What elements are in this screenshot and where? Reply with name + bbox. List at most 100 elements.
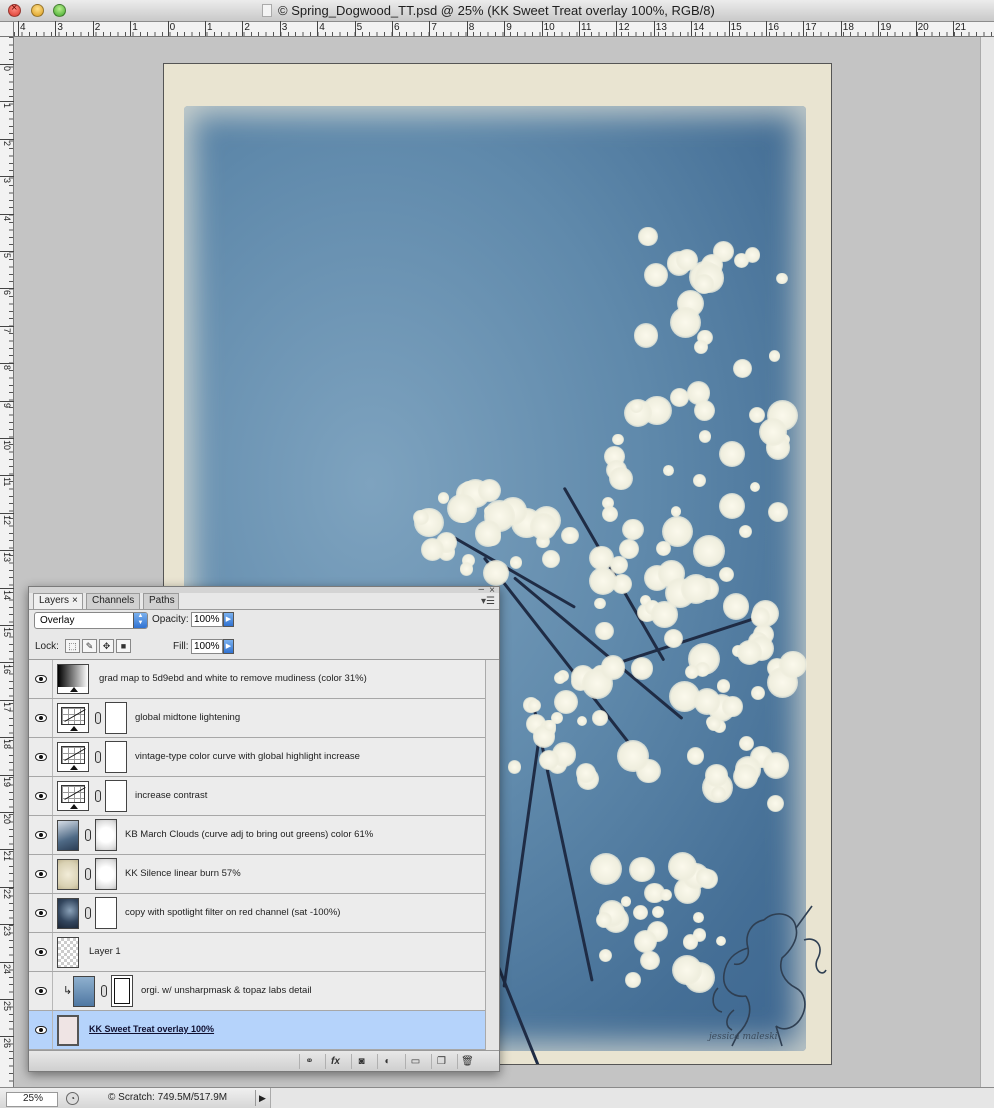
layer-row[interactable]: ↳ orgi. w/ unsharpmask & topaz labs detai…	[29, 972, 485, 1011]
layer-row[interactable]: KK Sweet Treat overlay 100%	[29, 1011, 485, 1050]
dogwood-blossom	[738, 524, 753, 539]
close-window-button[interactable]	[8, 2, 21, 17]
layer-mask-thumbnail[interactable]	[111, 975, 133, 1007]
zoom-window-button[interactable]	[53, 4, 66, 17]
layer-thumbnail[interactable]	[57, 742, 89, 772]
layer-list-scrollbar[interactable]	[485, 660, 499, 1050]
layer-mask-thumbnail[interactable]	[95, 819, 117, 851]
panel-collapse-icon[interactable]: –	[478, 585, 484, 595]
tab-channels[interactable]: Channels	[86, 593, 140, 609]
layer-mask-thumbnail[interactable]	[105, 702, 127, 734]
ruler-tick	[0, 999, 14, 1000]
visibility-toggle[interactable]	[29, 777, 53, 815]
layer-row[interactable]: KB March Clouds (curve adj to bring out …	[29, 816, 485, 855]
layer-row[interactable]: vintage-type color curve with global hig…	[29, 738, 485, 777]
layer-mask-thumbnail[interactable]	[105, 780, 127, 812]
layer-mask-thumbnail[interactable]	[105, 741, 127, 773]
dogwood-blossom	[483, 559, 510, 586]
visibility-toggle[interactable]	[29, 972, 53, 1010]
panel-close-icon[interactable]: ×	[489, 586, 495, 596]
blend-mode-select[interactable]: Overlay ▲ ▼	[34, 612, 148, 629]
visibility-toggle[interactable]	[29, 894, 53, 932]
chain-link-icon[interactable]	[101, 985, 107, 997]
layer-row[interactable]: Layer 1	[29, 933, 485, 972]
visibility-toggle[interactable]	[29, 1011, 53, 1049]
tab-close-icon[interactable]: ×	[72, 595, 78, 606]
fill-field[interactable]: 100%	[191, 639, 223, 654]
vertical-ruler[interactable]: 0 1 2 3 4 5 6 7 8 9 10 11 12 13 14 15 16 17 18 19 20 21 22 23 24…	[0, 37, 14, 1087]
ruler-label: 8	[468, 22, 475, 33]
visibility-toggle[interactable]	[29, 738, 53, 776]
layer-mask-thumbnail[interactable]	[95, 897, 117, 929]
tab-layers[interactable]: Layers ×	[33, 593, 83, 609]
layer-row[interactable]: copy with spotlight filter on red channe…	[29, 894, 485, 933]
status-info-icon[interactable]: ◔	[66, 1092, 79, 1105]
layer-mask-thumbnail[interactable]	[95, 858, 117, 890]
fx-icon[interactable]: fx	[325, 1054, 345, 1069]
chain-link-icon[interactable]	[95, 712, 101, 724]
lock-all-icon[interactable]: ■	[116, 639, 131, 653]
dogwood-blossom	[663, 628, 684, 648]
ruler-label: 0	[2, 66, 12, 72]
chain-link-icon[interactable]	[85, 829, 91, 841]
document-proxy-icon[interactable]	[262, 4, 272, 17]
ruler-label: 12	[2, 514, 12, 525]
layer-row[interactable]: global midtone lightening	[29, 699, 485, 738]
layer-thumbnail[interactable]	[57, 781, 89, 811]
dogwood-blossom	[675, 248, 698, 271]
lock-transparency-icon[interactable]: ⬚	[65, 639, 80, 653]
opacity-slider-arrow-icon[interactable]: ▶	[223, 612, 234, 627]
vertical-scrollbar[interactable]	[980, 37, 994, 1087]
add-mask-icon[interactable]: ◙	[351, 1054, 371, 1069]
dogwood-blossom	[421, 538, 444, 562]
horizontal-scrollbar[interactable]	[270, 1088, 994, 1108]
layer-thumbnail[interactable]	[73, 976, 95, 1007]
link-layers-icon[interactable]: ⚭	[299, 1054, 319, 1069]
chain-link-icon[interactable]	[85, 907, 91, 919]
eye-icon	[35, 948, 47, 956]
chain-link-icon[interactable]	[95, 790, 101, 802]
visibility-toggle[interactable]	[29, 855, 53, 893]
new-layer-icon[interactable]: ❐	[431, 1054, 451, 1069]
ruler-tick	[878, 21, 880, 36]
layer-row[interactable]: increase contrast	[29, 777, 485, 816]
panel-menu-icon[interactable]: ▾☰	[481, 596, 495, 607]
layer-thumbnail[interactable]	[57, 859, 79, 890]
lock-image-pixels-icon[interactable]: ✎	[82, 639, 97, 653]
horizontal-ruler[interactable]: 4 3 2 1 0 1 2 3 4 5 6 7 8 9 10 11 12 13 14 15 16 17 18 19 20 21	[14, 21, 994, 37]
lock-position-icon[interactable]: ✥	[99, 639, 114, 653]
layer-thumbnail[interactable]	[57, 898, 79, 929]
trash-icon[interactable]: 🗑	[457, 1054, 477, 1069]
dogwood-blossom	[593, 597, 606, 610]
layer-thumbnail[interactable]	[57, 664, 89, 694]
visibility-toggle[interactable]	[29, 933, 53, 971]
tab-paths[interactable]: Paths	[143, 593, 179, 609]
visibility-toggle[interactable]	[29, 816, 53, 854]
layer-thumbnail[interactable]	[57, 820, 79, 851]
adjustment-layer-icon[interactable]: ◐	[377, 1054, 397, 1069]
ruler-label: 2	[2, 140, 12, 146]
chain-link-icon[interactable]	[85, 868, 91, 880]
ruler-tick	[0, 1036, 14, 1038]
zoom-level-field[interactable]: 25%	[6, 1092, 58, 1107]
layer-thumbnail[interactable]	[57, 703, 89, 733]
layer-row[interactable]: grad map to 5d9ebd and white to remove m…	[29, 660, 485, 699]
minimize-window-button[interactable]	[31, 4, 44, 17]
status-menu-arrow-icon[interactable]: ▶	[255, 1090, 269, 1106]
visibility-toggle[interactable]	[29, 660, 53, 698]
layer-thumbnail[interactable]	[57, 1015, 79, 1046]
chain-link-icon[interactable]	[95, 751, 101, 763]
ruler-label: 5	[2, 253, 12, 259]
visibility-toggle[interactable]	[29, 699, 53, 737]
ruler-origin[interactable]	[0, 22, 14, 37]
layer-row[interactable]: KK Silence linear burn 57%	[29, 855, 485, 894]
layer-thumbnail[interactable]	[57, 937, 79, 968]
opacity-field[interactable]: 100%	[191, 612, 223, 627]
fill-slider-arrow-icon[interactable]: ▶	[223, 639, 234, 654]
ruler-tick	[541, 21, 543, 36]
ruler-label: 4	[20, 22, 26, 33]
ruler-tick	[0, 886, 14, 888]
dogwood-blossom	[768, 501, 789, 522]
new-group-icon[interactable]: ▭	[405, 1054, 425, 1069]
tab-paths-label: Paths	[149, 595, 175, 606]
